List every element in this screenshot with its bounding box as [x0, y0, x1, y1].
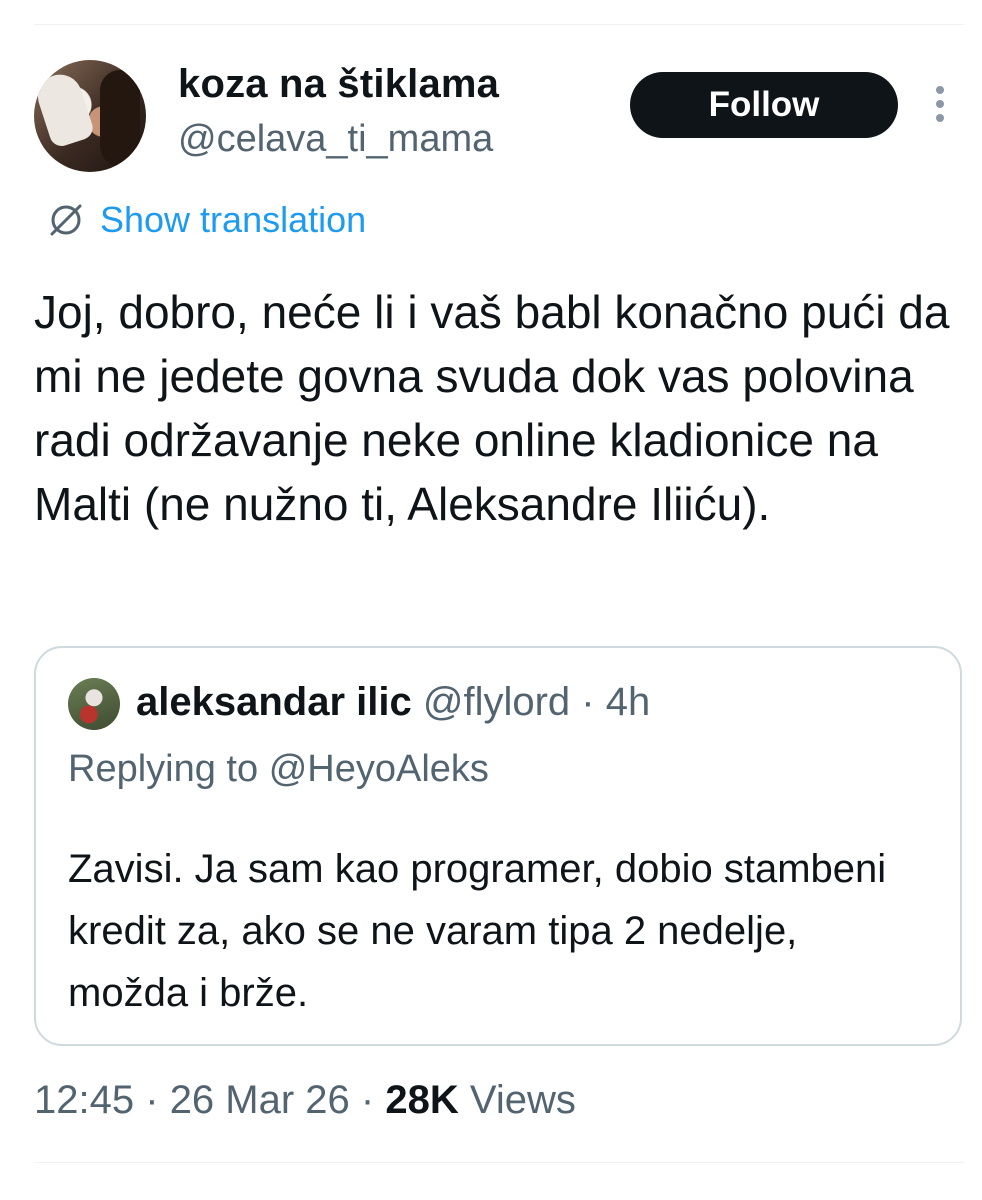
- tweet-date[interactable]: 26 Mar 26: [170, 1078, 350, 1122]
- quoted-text: Zavisi. Ja sam kao programer, dobio stam…: [68, 847, 887, 1015]
- tweet-meta: 12:45 · 26 Mar 26 · 28K Views: [34, 1078, 576, 1123]
- quoted-tweet[interactable]: aleksandar ilic @flylord · 4h Replying t…: [34, 646, 962, 1046]
- quoted-header: aleksandar ilic @flylord · 4h: [136, 680, 650, 725]
- more-options-icon[interactable]: [930, 86, 950, 126]
- meta-separator-2: ·: [360, 1078, 375, 1122]
- author-handle[interactable]: @celava_ti_mama: [178, 118, 493, 161]
- quoted-author-handle: @flylord: [422, 680, 571, 724]
- replying-prefix: Replying to: [68, 748, 259, 790]
- follow-button[interactable]: Follow: [630, 72, 898, 138]
- bottom-divider: [34, 1162, 964, 1163]
- translate-globe-icon: [50, 204, 82, 236]
- meta-separator-1: ·: [145, 1078, 159, 1122]
- tweet-text: Joj, dobro, neće li i vaš babl konačno p…: [34, 286, 950, 530]
- views-count: 28K: [385, 1078, 459, 1122]
- quoted-author-name: aleksandar ilic: [136, 680, 412, 724]
- quoted-author-avatar: [68, 678, 120, 730]
- show-translation-label: Show translation: [100, 199, 367, 240]
- author-name[interactable]: koza na štiklama: [178, 62, 499, 107]
- replying-mention: @HeyoAleks: [268, 748, 489, 790]
- author-avatar[interactable]: [34, 60, 146, 172]
- views-label: Views: [469, 1078, 576, 1122]
- quoted-separator: ·: [581, 680, 595, 724]
- top-divider: [34, 24, 964, 25]
- show-translation-link[interactable]: Show translation: [44, 198, 366, 242]
- tweet-time[interactable]: 12:45: [34, 1078, 134, 1122]
- quoted-replying-to: Replying to @HeyoAleks: [68, 748, 489, 791]
- quoted-time: 4h: [605, 680, 651, 724]
